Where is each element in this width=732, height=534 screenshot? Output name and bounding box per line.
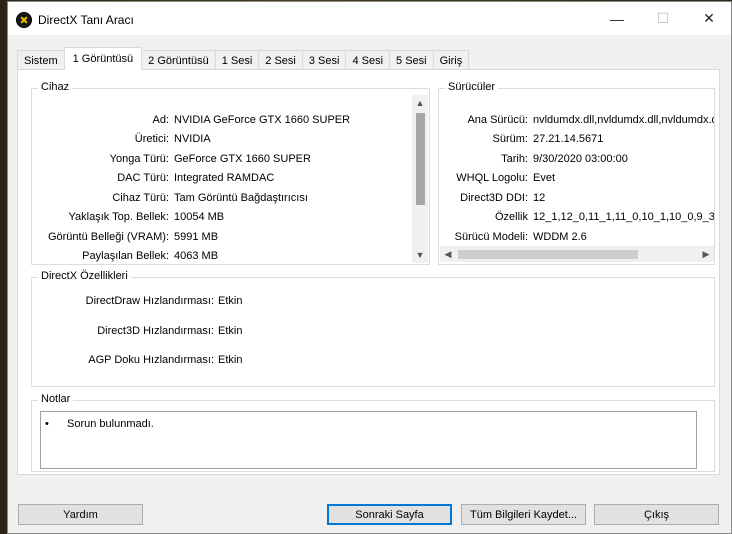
driver-label: Direct3D DDI: [460, 192, 528, 204]
tab-system[interactable]: Sistem [17, 50, 65, 70]
note-text: Sorun bulunmadı. [67, 418, 154, 430]
device-label: Üretici: [134, 133, 169, 145]
driver-row: Ana Sürücü: nvldumdx.dll,nvldumdx.dll,nv… [439, 111, 714, 129]
device-label: DAC Türü: [117, 172, 169, 184]
driver-row: Özellik 12_1,12_0,11_1,11_0,10_1,10_0,9_… [439, 208, 714, 226]
scroll-down-icon[interactable]: ▼ [412, 247, 428, 263]
device-vertical-scrollbar[interactable]: ▲ ▼ [412, 95, 428, 263]
drivers-horizontal-scrollbar[interactable]: ◀ ▶ [440, 246, 714, 262]
device-label: Görüntü Belleği (VRAM): [47, 231, 169, 243]
title-bar[interactable]: DirectX Tanı Aracı — ☐ ✕ [8, 2, 731, 35]
scroll-right-icon[interactable]: ▶ [698, 246, 714, 262]
driver-row: Tarih: 9/30/2020 03:00:00 [439, 150, 714, 168]
device-value: GeForce GTX 1660 SUPER [174, 153, 311, 165]
scroll-left-icon[interactable]: ◀ [440, 246, 456, 262]
device-value: 4063 MB [174, 250, 219, 262]
device-row: Üretici: NVIDIA [32, 130, 412, 148]
device-value: NVIDIA GeForce GTX 1660 SUPER [174, 114, 351, 126]
next-page-button[interactable]: Sonraki Sayfa [327, 504, 452, 525]
device-row: Ad: NVIDIA GeForce GTX 1660 SUPER [32, 111, 412, 129]
feature-value: Etkin [218, 354, 243, 366]
tab-sound-4[interactable]: 4 Sesi [345, 50, 391, 70]
drivers-group: Sürücüler Ana Sürücü: nvldumdx.dll,nvldu… [438, 81, 715, 265]
tab-display-1[interactable]: 1 Görüntüsü [63, 47, 143, 70]
driver-value: 12_1,12_0,11_1,11_0,10_1,10_0,9_3 [533, 211, 714, 223]
device-row: Paylaşılan Bellek: 4063 MB [32, 247, 412, 264]
feature-row: DirectDraw Hızlandırması: Etkin [32, 292, 332, 310]
scroll-up-icon[interactable]: ▲ [412, 95, 428, 111]
driver-value: WDDM 2.6 [533, 231, 587, 243]
exit-button[interactable]: Çıkış [594, 504, 719, 525]
note-bullet: • [45, 418, 49, 430]
device-value: NVIDIA [174, 133, 211, 145]
directx-features-title: DirectX Özellikleri [38, 270, 131, 282]
driver-label: Ana Sürücü: [467, 114, 528, 126]
device-value: 10054 MB [174, 211, 225, 223]
driver-value: nvldumdx.dll,nvldumdx.dll,nvldumdx.d [533, 114, 714, 126]
driver-value: 9/30/2020 03:00:00 [533, 153, 628, 165]
notes-group: Notlar • Sorun bulunmadı. [31, 393, 715, 472]
device-label: Paylaşılan Bellek: [82, 250, 169, 262]
notes-title: Notlar [38, 393, 74, 405]
tab-sound-3[interactable]: 3 Sesi [301, 50, 347, 70]
tab-input[interactable]: Giriş [432, 50, 470, 70]
feature-label: DirectDraw Hızlandırması: [85, 295, 214, 307]
device-value: Integrated RAMDAC [174, 172, 275, 184]
tab-display-2[interactable]: 2 Görüntüsü [141, 50, 216, 70]
feature-label: AGP Doku Hızlandırması: [88, 354, 214, 366]
feature-row: Direct3D Hızlandırması: Etkin [32, 322, 332, 340]
help-button[interactable]: Yardım [18, 504, 143, 525]
tab-panel: Cihaz Ad: NVIDIA GeForce GTX 1660 SUPER … [17, 69, 720, 475]
device-label: Yonga Türü: [109, 153, 169, 165]
feature-label: Direct3D Hızlandırması: [97, 325, 214, 337]
device-label: Ad: [152, 114, 169, 126]
window-title: DirectX Tanı Aracı [38, 13, 134, 27]
directx-features-group: DirectX Özellikleri DirectDraw Hızlandır… [31, 270, 715, 387]
minimize-icon[interactable]: — [594, 2, 640, 35]
device-row: DAC Türü: Integrated RAMDAC [32, 169, 412, 187]
tab-sound-1[interactable]: 1 Sesi [214, 50, 260, 70]
driver-label: WHQL Logolu: [456, 172, 528, 184]
tab-sound-2[interactable]: 2 Sesi [258, 50, 303, 70]
feature-value: Etkin [218, 295, 243, 307]
device-group: Cihaz Ad: NVIDIA GeForce GTX 1660 SUPER … [31, 81, 430, 265]
device-value: 5991 MB [174, 231, 219, 243]
directx-app-icon [16, 12, 32, 28]
scrollbar-thumb[interactable] [458, 250, 638, 259]
scrollbar-thumb[interactable] [416, 113, 425, 205]
driver-value: 12 [533, 192, 546, 204]
driver-value: 27.21.14.5671 [533, 133, 604, 145]
device-row: Cihaz Türü: Tam Görüntü Bağdaştırıcısı [32, 189, 412, 207]
driver-row: Sürüm: 27.21.14.5671 [439, 130, 714, 148]
save-all-info-button[interactable]: Tüm Bilgileri Kaydet... [461, 504, 586, 525]
directx-diagnostic-window: DirectX Tanı Aracı — ☐ ✕ Sistem 1 Görünt… [7, 1, 732, 534]
driver-value: Evet [533, 172, 556, 184]
driver-label: Özellik [494, 211, 528, 223]
tab-strip: Sistem 1 Görüntüsü 2 Görüntüsü 1 Sesi 2 … [17, 47, 470, 70]
driver-row: Direct3D DDI: 12 [439, 189, 714, 207]
driver-row: WHQL Logolu: Evet [439, 169, 714, 187]
notes-textbox[interactable]: • Sorun bulunmadı. [40, 411, 697, 469]
driver-label: Sürücü Modeli: [454, 231, 528, 243]
device-row: Yaklaşık Top. Bellek: 10054 MB [32, 208, 412, 226]
tab-sound-5[interactable]: 5 Sesi [389, 50, 434, 70]
device-label: Yaklaşık Top. Bellek: [68, 211, 169, 223]
device-row: Görüntü Belleği (VRAM): 5991 MB [32, 228, 412, 246]
driver-label: Sürüm: [492, 133, 528, 145]
device-row: Yonga Türü: GeForce GTX 1660 SUPER [32, 150, 412, 168]
driver-label: Tarih: [501, 153, 528, 165]
note-item: • Sorun bulunmadı. [45, 418, 154, 430]
drivers-list: Ana Sürücü: nvldumdx.dll,nvldumdx.dll,nv… [439, 89, 714, 244]
maximize-icon[interactable]: ☐ [640, 2, 686, 35]
device-value: Tam Görüntü Bağdaştırıcısı [174, 192, 308, 204]
feature-value: Etkin [218, 325, 243, 337]
driver-row: Sürücü Modeli: WDDM 2.6 [439, 228, 714, 244]
feature-row: AGP Doku Hızlandırması: Etkin [32, 351, 332, 369]
device-list: Ad: NVIDIA GeForce GTX 1660 SUPER Üretic… [32, 89, 412, 264]
close-icon[interactable]: ✕ [686, 2, 732, 35]
device-label: Cihaz Türü: [112, 192, 169, 204]
